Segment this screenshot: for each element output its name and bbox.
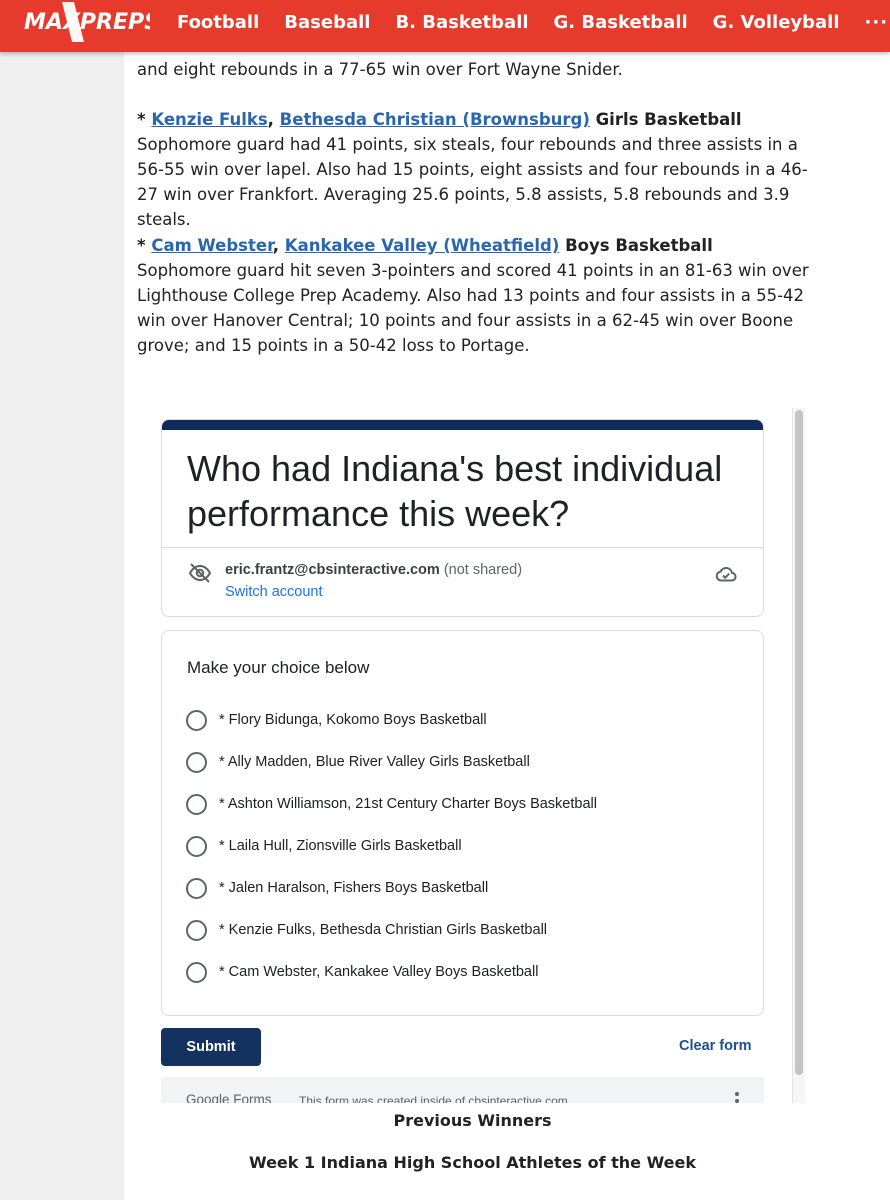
entry-sport: Girls Basketball [589,110,742,129]
entry-text: Sophomore guard hit seven 3-pointers and… [137,261,809,355]
nav-baseball[interactable]: Baseball [284,12,370,33]
choice-label: * Cam Webster, Kankakee Valley Boys Bask… [219,964,539,980]
cloud-saved-icon [715,567,737,582]
choice-label: * Flory Bidunga, Kokomo Boys Basketball [219,712,487,728]
submit-button[interactable]: Submit [161,1028,261,1066]
choice-option[interactable]: * Flory Bidunga, Kokomo Boys Basketball [186,708,487,732]
form-header-card: Who had Indiana's best individual perfor… [161,419,764,617]
nav-girls-volleyball[interactable]: G. Volleyball [713,12,840,33]
form-footer-note: This form was created inside of cbsinter… [299,1094,572,1103]
radio-button[interactable] [186,793,207,815]
account-line: eric.frantz@cbsinteractive.com (not shar… [225,562,522,578]
choice-label: * Ally Madden, Blue River Valley Girls B… [219,754,530,770]
switch-account-link[interactable]: Switch account [225,584,323,600]
question-label: Make your choice below [187,658,370,677]
more-menu-icon[interactable]: ··· [865,12,889,33]
choice-label: * Laila Hull, Zionsville Girls Basketbal… [219,838,462,854]
entry-text: Sophomore guard had 41 points, six steal… [137,135,808,229]
previous-winners-heading: Previous Winners [393,1111,552,1130]
form-scrollbar[interactable] [792,408,805,1103]
sport-nav: Football Baseball B. Basketball G. Baske… [177,0,888,44]
choice-option[interactable]: * Laila Hull, Zionsville Girls Basketbal… [186,834,462,858]
choice-option[interactable]: * Cam Webster, Kankakee Valley Boys Bask… [186,960,538,984]
form-divider [162,547,763,548]
google-form-embed[interactable]: Who had Indiana's best individual perfor… [161,408,805,1103]
radio-button[interactable] [186,751,207,773]
entry-separator: , [272,236,285,255]
entry-bullet: * [137,110,152,129]
maxpreps-logo[interactable]: MAXPREPS [24,2,150,42]
choice-option[interactable]: * Ally Madden, Blue River Valley Girls B… [186,750,530,774]
logo-text: MAXPREPS [24,10,150,35]
choice-label: * Jalen Haralson, Fishers Boys Basketbal… [219,880,489,896]
radio-button[interactable] [186,709,207,731]
clear-form-button[interactable]: Clear form [679,1038,752,1054]
radio-button[interactable] [186,919,207,941]
article-top-line: and eight rebounds in a 77-65 win over F… [137,60,623,79]
top-nav-bar: MAXPREPS Football Baseball B. Basketball… [0,0,890,52]
choice-option[interactable]: * Jalen Haralson, Fishers Boys Basketbal… [186,876,488,900]
question-card: Make your choice below * Flory Bidunga, … [161,630,764,1016]
radio-button[interactable] [186,877,207,899]
form-title: Who had Indiana's best individual perfor… [187,448,723,534]
week1-heading: Week 1 Indiana High School Athletes of t… [248,1153,696,1172]
athlete-link[interactable]: Cam Webster [151,236,272,255]
athlete-entry: * Cam Webster, Kankakee Valley (Wheatfie… [137,233,809,358]
school-link[interactable]: Kankakee Valley (Wheatfield) [285,236,560,255]
athlete-link[interactable]: Kenzie Fulks [151,110,267,129]
entry-separator: , [267,110,280,129]
choice-label: * Ashton Williamson, 21st Century Charte… [219,796,597,812]
school-link[interactable]: Bethesda Christian (Brownsburg) [280,110,590,129]
nav-football[interactable]: Football [177,12,259,33]
form-scrollbar-thumb[interactable] [795,410,803,1075]
radio-button[interactable] [186,961,207,983]
entry-bullet: * [137,236,152,255]
account-note: (not shared) [439,562,523,578]
radio-button[interactable] [186,835,207,857]
nav-boys-basketball[interactable]: B. Basketball [395,12,528,33]
more-vert-icon[interactable] [734,1091,740,1103]
eye-off-icon [188,563,212,583]
form-header-bar [162,420,763,430]
account-email: eric.frantz@cbsinteractive.com [225,562,440,578]
choice-label: * Kenzie Fulks, Bethesda Christian Girls… [219,922,548,938]
google-forms-logo: Google Forms [186,1092,272,1103]
entry-sport: Boys Basketball [559,236,713,255]
form-footer: Google Forms This form was created insid… [161,1077,764,1103]
athlete-entry: * Kenzie Fulks, Bethesda Christian (Brow… [137,107,809,232]
choice-option[interactable]: * Kenzie Fulks, Bethesda Christian Girls… [186,918,547,942]
nav-girls-basketball[interactable]: G. Basketball [554,12,688,33]
choice-option[interactable]: * Ashton Williamson, 21st Century Charte… [186,792,597,816]
